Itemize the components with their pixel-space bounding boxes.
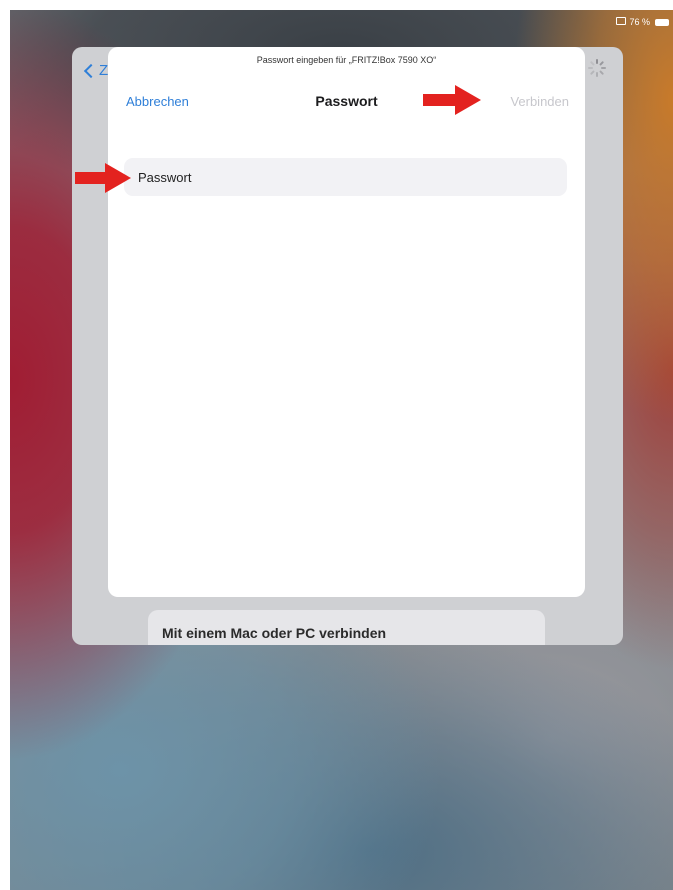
loading-spinner-icon <box>588 59 606 77</box>
connect-button[interactable]: Verbinden <box>510 94 569 109</box>
password-dialog: Passwort eingeben für „FRITZ!Box 7590 XO… <box>108 47 585 597</box>
back-button[interactable]: Z <box>83 62 109 79</box>
ipad-screen: 76 % Z Mit einem Mac oder PC verbinden P… <box>10 10 673 890</box>
battery-icon <box>655 18 669 26</box>
arrow-annotation-icon <box>75 163 131 193</box>
status-bar: 76 % <box>616 14 669 30</box>
back-button-label: Z <box>99 62 109 79</box>
connect-mac-pc-label: Mit einem Mac oder PC verbinden <box>162 625 387 641</box>
password-prompt: Passwort eingeben für „FRITZ!Box 7590 XO… <box>256 55 437 65</box>
battery-percentage: 76 % <box>629 17 650 27</box>
screen-mirroring-icon <box>616 17 627 25</box>
password-field[interactable] <box>124 158 567 196</box>
connect-mac-pc-card[interactable]: Mit einem Mac oder PC verbinden <box>148 610 545 645</box>
arrow-annotation-icon <box>423 85 481 115</box>
back-chevron-icon <box>83 63 99 79</box>
